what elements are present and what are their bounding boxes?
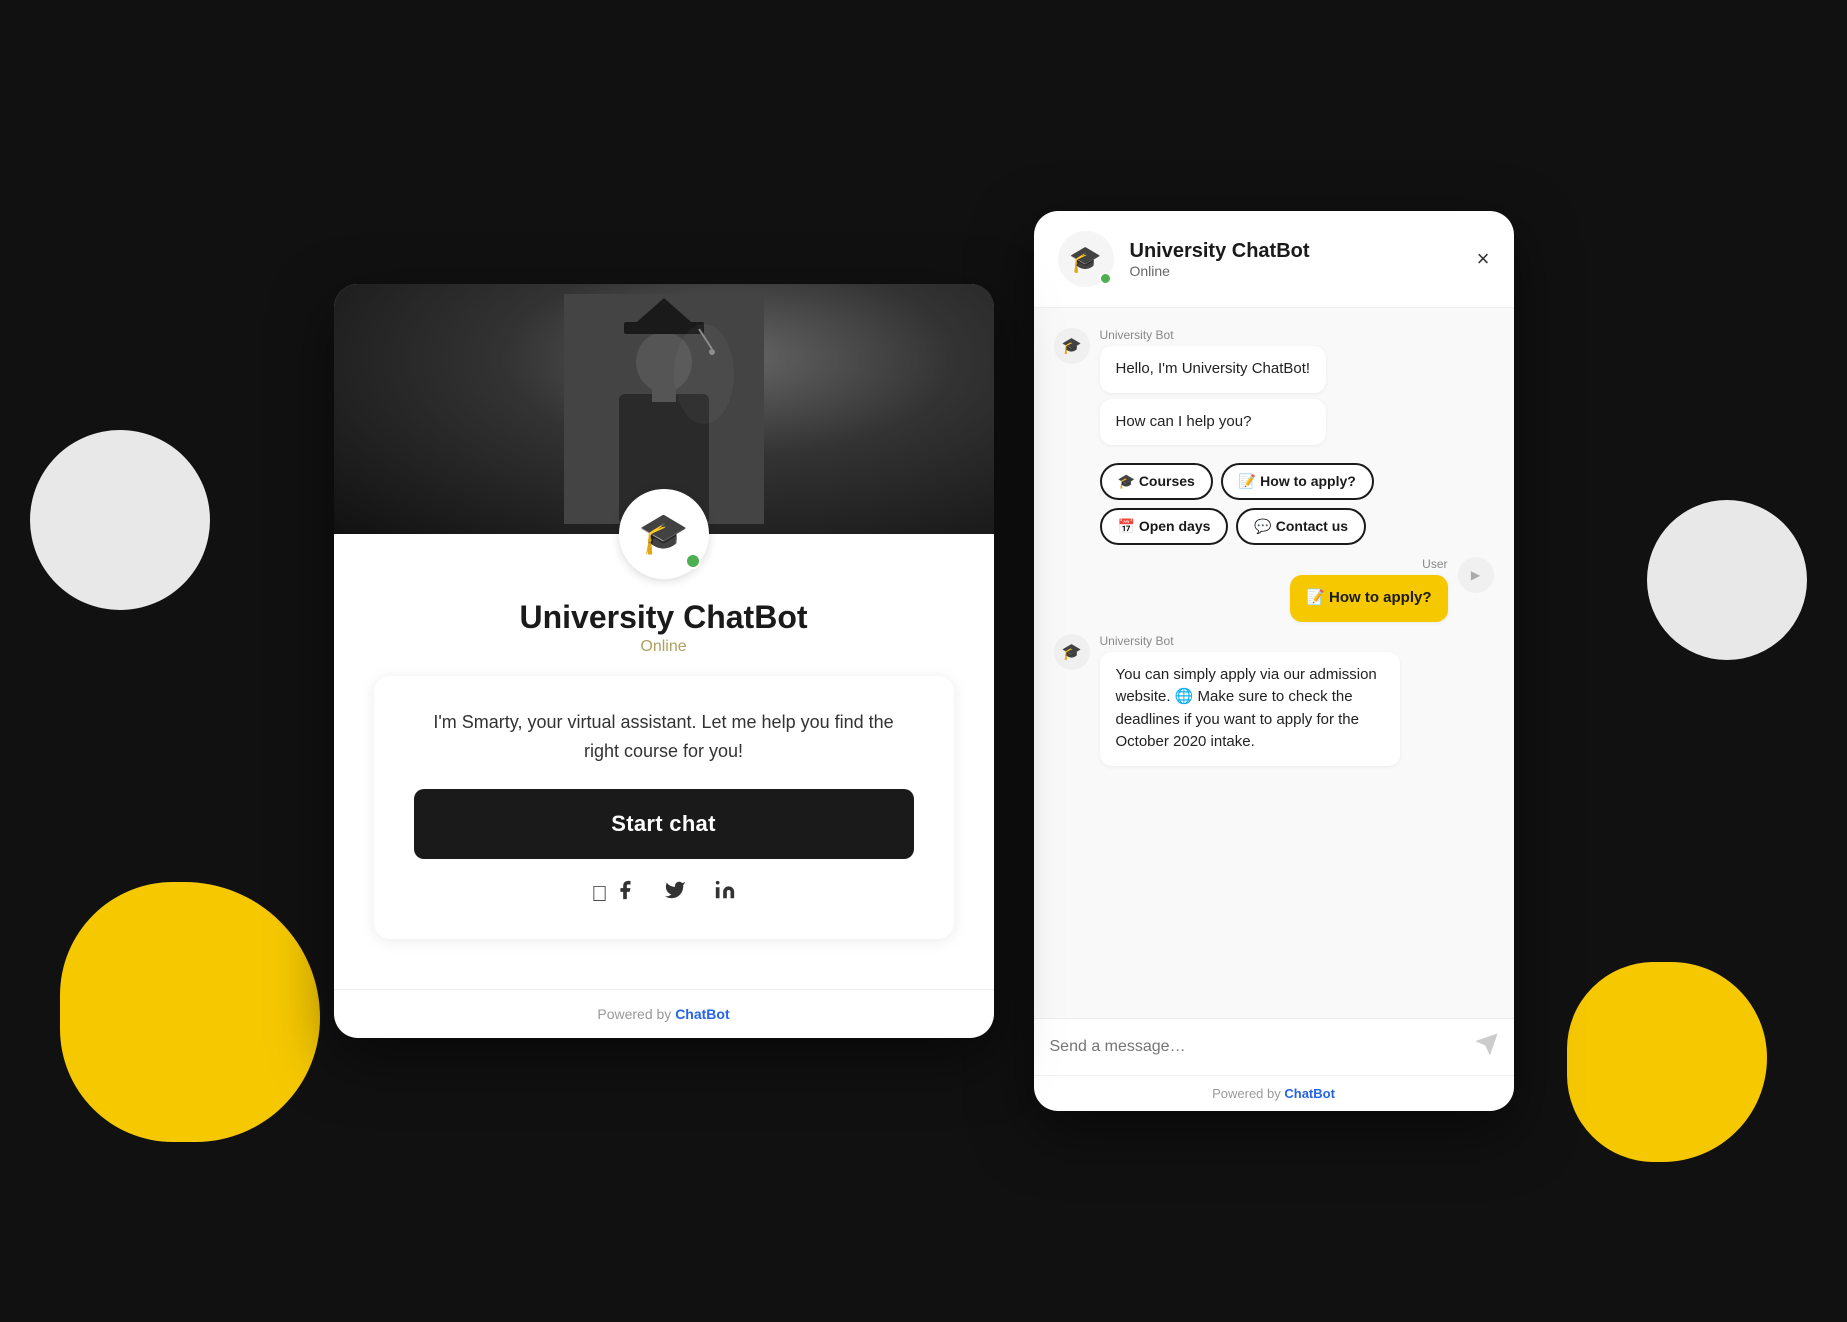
chat-input-area	[1034, 1018, 1514, 1075]
avatar: 🎓	[619, 489, 709, 579]
twitter-icon[interactable]	[664, 879, 686, 907]
decorative-blob-white-left	[30, 430, 210, 610]
chat-avatar: 🎓	[1058, 231, 1114, 287]
bot-reply-content: University Bot You can simply apply via …	[1100, 634, 1400, 766]
chat-input[interactable]	[1050, 1038, 1464, 1056]
bot-msg-content: University Bot Hello, I'm University Cha…	[1100, 328, 1327, 445]
chat-body: 🎓 University Bot Hello, I'm University C…	[1034, 308, 1514, 1018]
powered-by-left: Powered by ChatBot	[334, 989, 994, 1038]
bot-status: Online	[640, 638, 686, 656]
facebook-icon[interactable]: 	[591, 879, 636, 907]
close-button[interactable]: ×	[1477, 248, 1490, 270]
quick-reply-open-days[interactable]: 📅 Open days	[1100, 508, 1229, 545]
bot-message-row-2: 🎓 University Bot You can simply apply vi…	[1054, 634, 1494, 766]
chat-bot-name: University ChatBot	[1130, 240, 1461, 263]
panels-wrapper: 🎓 University ChatBot Online I'm Smarty, …	[334, 211, 1514, 1111]
bot-avatar-msg-2: 🎓	[1054, 634, 1090, 670]
quick-reply-courses[interactable]: 🎓 Courses	[1100, 463, 1213, 500]
chat-bot-status: Online	[1130, 263, 1461, 279]
bot-message-row-1: 🎓 University Bot Hello, I'm University C…	[1054, 328, 1494, 445]
user-msg-content: User 📝 How to apply?	[1290, 557, 1447, 622]
user-sender-label: User	[1422, 557, 1447, 571]
linkedin-icon[interactable]	[714, 879, 736, 907]
online-indicator	[685, 553, 701, 569]
chatbot-link-right[interactable]: ChatBot	[1284, 1086, 1335, 1101]
powered-by-right: Powered by ChatBot	[1034, 1075, 1514, 1111]
left-panel-body: University ChatBot Online I'm Smarty, yo…	[334, 579, 994, 970]
quick-reply-how-to-apply[interactable]: 📝 How to apply?	[1221, 463, 1374, 500]
bot-avatar-msg: 🎓	[1054, 328, 1090, 364]
decorative-blob-yellow-left	[60, 882, 320, 1142]
chat-panel: 🎓 University ChatBot Online × 🎓 Universi…	[1034, 211, 1514, 1111]
welcome-text: I'm Smarty, your virtual assistant. Let …	[414, 708, 914, 766]
bot-reply-bubble: You can simply apply via our admission w…	[1100, 652, 1400, 766]
welcome-card: I'm Smarty, your virtual assistant. Let …	[374, 676, 954, 940]
social-icons: 	[414, 879, 914, 907]
send-button[interactable]	[1476, 1033, 1498, 1061]
chatbot-link-left[interactable]: ChatBot	[675, 1006, 729, 1022]
avatar-wrapper: 🎓	[334, 489, 994, 579]
start-chat-button[interactable]: Start chat	[414, 789, 914, 859]
welcome-panel: 🎓 University ChatBot Online I'm Smarty, …	[334, 284, 994, 1039]
bot-bubble-1: Hello, I'm University ChatBot!	[1100, 346, 1327, 393]
bot-name: University ChatBot	[519, 599, 807, 636]
user-message-row: ▶ User 📝 How to apply?	[1054, 557, 1494, 622]
decorative-blob-yellow-right	[1567, 962, 1767, 1162]
user-avatar-msg: ▶	[1458, 557, 1494, 593]
chat-header-info: University ChatBot Online	[1130, 240, 1461, 279]
bot-bubble-2: How can I help you?	[1100, 399, 1327, 446]
bot-sender-label: University Bot	[1100, 328, 1327, 342]
chat-online-indicator	[1099, 272, 1112, 285]
quick-replies: 🎓 Courses 📝 How to apply? 📅 Open days 💬 …	[1100, 463, 1494, 545]
bot-reply-sender-label: University Bot	[1100, 634, 1400, 648]
decorative-blob-white-right	[1647, 500, 1807, 660]
user-bubble: 📝 How to apply?	[1290, 575, 1447, 622]
chat-header: 🎓 University ChatBot Online ×	[1034, 211, 1514, 308]
quick-reply-contact-us[interactable]: 💬 Contact us	[1236, 508, 1366, 545]
